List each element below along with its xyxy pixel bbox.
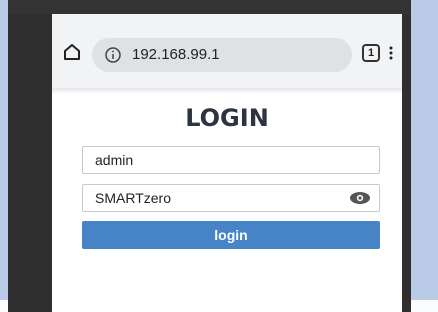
tabs-icon[interactable]: 1 bbox=[362, 44, 380, 62]
address-bar-shadow bbox=[52, 88, 402, 94]
page-title: LOGIN bbox=[185, 104, 269, 132]
background-left bbox=[0, 0, 8, 300]
login-button[interactable]: login bbox=[82, 221, 380, 249]
home-icon[interactable] bbox=[62, 42, 82, 62]
background-right bbox=[411, 0, 438, 300]
address-bar: 192.168.99.1 1 bbox=[52, 14, 402, 88]
menu-icon[interactable] bbox=[386, 42, 396, 64]
eye-icon[interactable] bbox=[349, 191, 371, 205]
username-value: admin bbox=[95, 152, 134, 168]
password-value: SMARTzero bbox=[95, 190, 171, 206]
info-icon[interactable] bbox=[104, 46, 122, 64]
url-text[interactable]: 192.168.99.1 bbox=[132, 38, 220, 72]
browser-screen: 192.168.99.1 1 LOGIN admin SMARTzero log… bbox=[52, 14, 402, 312]
password-field[interactable]: SMARTzero bbox=[82, 184, 380, 212]
phone-frame: 192.168.99.1 1 LOGIN admin SMARTzero log… bbox=[8, 0, 411, 312]
url-bar[interactable]: 192.168.99.1 bbox=[92, 38, 352, 72]
phone-top-bezel bbox=[8, 0, 411, 14]
username-field[interactable]: admin bbox=[82, 146, 380, 174]
